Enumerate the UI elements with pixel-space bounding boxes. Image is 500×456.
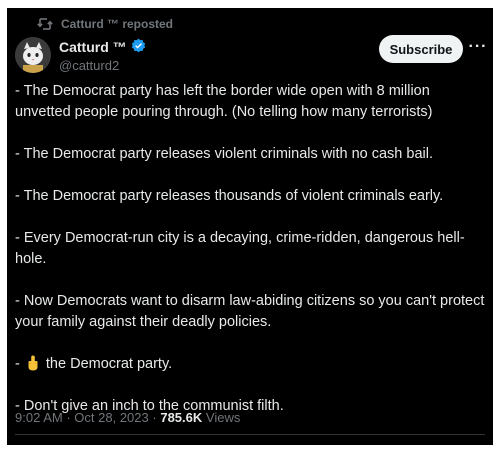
avatar[interactable] xyxy=(15,37,51,73)
emoji-line-text: the Democrat party. xyxy=(45,356,173,372)
post-paragraph: - Every Democrat-run city is a decaying,… xyxy=(15,230,465,267)
subscribe-button[interactable]: Subscribe xyxy=(379,35,463,63)
repost-indicator[interactable]: Catturd ™ reposted xyxy=(37,15,173,33)
author-block[interactable]: Catturd ™ @catturd2 xyxy=(59,38,146,73)
post-paragraph: - The Democrat party releases violent cr… xyxy=(15,146,433,162)
post-time[interactable]: 9:02 AM xyxy=(15,410,63,425)
tweet-card: Catturd ™ reposted Catturd ™ @catturd2 S xyxy=(7,8,493,445)
meta-separator: · xyxy=(152,410,157,425)
post-meta: 9:02 AM · Oct 28, 2023 · 785.6K Views xyxy=(15,410,240,425)
post-text: - The Democrat party has left the border… xyxy=(15,81,487,417)
post-paragraph: - The Democrat party has left the border… xyxy=(15,83,433,120)
meta-separator: · xyxy=(66,410,71,425)
repost-icon xyxy=(37,17,53,31)
views-label: Views xyxy=(205,410,241,425)
divider xyxy=(15,434,485,435)
more-options-icon[interactable]: ··· xyxy=(469,38,487,56)
post-paragraph: - Now Democrats want to disarm law-abidi… xyxy=(15,293,485,330)
views-count: 785.6K xyxy=(160,410,203,425)
author-handle[interactable]: @catturd2 xyxy=(59,58,146,73)
repost-text: Catturd ™ reposted xyxy=(61,17,174,31)
post-emoji-line: - the Democrat party. xyxy=(15,354,487,375)
post-paragraph: - The Democrat party releases thousands … xyxy=(15,188,444,204)
verified-badge-icon xyxy=(131,38,146,56)
middle-finger-emoji-icon xyxy=(26,355,40,371)
post-date[interactable]: Oct 28, 2023 xyxy=(74,410,148,425)
emoji-line-prefix: - xyxy=(15,356,20,372)
author-name[interactable]: Catturd ™ xyxy=(59,39,127,55)
cat-avatar-icon xyxy=(15,37,51,73)
